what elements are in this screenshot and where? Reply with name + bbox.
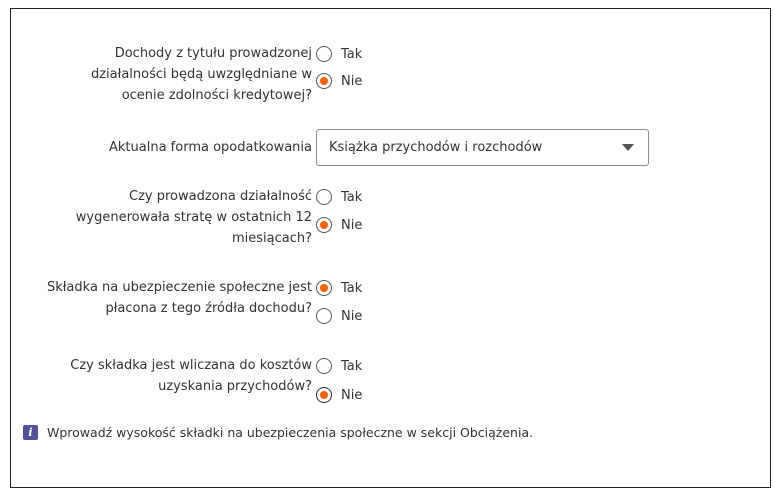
- radio-unchecked[interactable]: [316, 358, 332, 374]
- radio-option-tak[interactable]: Tak: [316, 278, 362, 298]
- income-form-panel: Dochody z tytułu prowadzonej działalnośc…: [10, 8, 771, 488]
- radio-checked[interactable]: [316, 280, 332, 296]
- question-label-line: ocenie zdolności kredytowej?: [121, 88, 312, 103]
- radio-unchecked[interactable]: [316, 46, 332, 62]
- question-label-line: Czy składka jest wliczana do kosztów: [70, 358, 312, 373]
- question-label: Aktualna forma opodatkowania: [12, 137, 312, 158]
- question-label-line: wygenerowała stratę w ostatnich 12: [75, 210, 312, 225]
- question-label: Czy prowadzona działalność wygenerowała …: [12, 186, 312, 249]
- radio-option-label: Nie: [341, 73, 363, 89]
- radio-option-label: Tak: [341, 189, 363, 205]
- question-label-line: Dochody z tytułu prowadzonej: [114, 46, 312, 61]
- question-label-line: działalności będą uwzględniane w: [90, 67, 312, 82]
- radio-checked[interactable]: [316, 73, 332, 89]
- radio-option-nie[interactable]: Nie: [316, 215, 362, 235]
- radio-dot: [320, 77, 328, 85]
- question-label: Składka na ubezpieczenie społeczne jest …: [12, 277, 312, 319]
- radio-dot: [320, 221, 328, 229]
- radio-unchecked[interactable]: [316, 308, 332, 324]
- chevron-down-icon[interactable]: [622, 144, 634, 151]
- radio-option-label: Nie: [341, 217, 363, 233]
- radio-dot: [320, 391, 328, 399]
- question-label-line: Czy prowadzona działalność: [129, 189, 312, 204]
- question-label-line: Składka na ubezpieczenie społeczne jest: [46, 280, 312, 295]
- radio-dot: [320, 284, 328, 292]
- radio-option-label: Tak: [341, 280, 363, 296]
- radio-option-label: Nie: [341, 387, 363, 403]
- question-label-line: miesiącach?: [231, 231, 312, 246]
- question-label-line: Aktualna forma opodatkowania: [109, 140, 312, 155]
- question-label-line: uzyskania przychodów?: [158, 379, 312, 394]
- info-icon: i: [23, 425, 38, 440]
- radio-option-label: Nie: [341, 308, 363, 324]
- question-label: Czy składka jest wliczana do kosztów uzy…: [12, 355, 312, 397]
- question-label-line: płacona z tego źródła dochodu?: [105, 301, 312, 316]
- question-label: Dochody z tytułu prowadzonej działalnośc…: [12, 43, 312, 106]
- radio-checked[interactable]: [316, 217, 332, 233]
- radio-option-label: Tak: [341, 46, 363, 62]
- radio-option-nie[interactable]: Nie: [316, 306, 362, 326]
- radio-option-tak[interactable]: Tak: [316, 187, 362, 207]
- radio-option-label: Tak: [341, 358, 363, 374]
- radio-option-tak[interactable]: Tak: [316, 356, 362, 376]
- tax-form-select[interactable]: Książka przychodów i rozchodów: [316, 129, 649, 166]
- radio-option-nie[interactable]: Nie: [316, 385, 362, 405]
- select-value: Książka przychodów i rozchodów: [329, 140, 543, 155]
- radio-option-nie[interactable]: Nie: [316, 71, 362, 91]
- info-text: Wprowadź wysokość składki na ubezpieczen…: [47, 425, 534, 440]
- radio-checked[interactable]: [316, 387, 332, 403]
- radio-option-tak[interactable]: Tak: [316, 44, 362, 64]
- radio-unchecked[interactable]: [316, 189, 332, 205]
- info-note: i Wprowadź wysokość składki na ubezpiecz…: [23, 425, 533, 440]
